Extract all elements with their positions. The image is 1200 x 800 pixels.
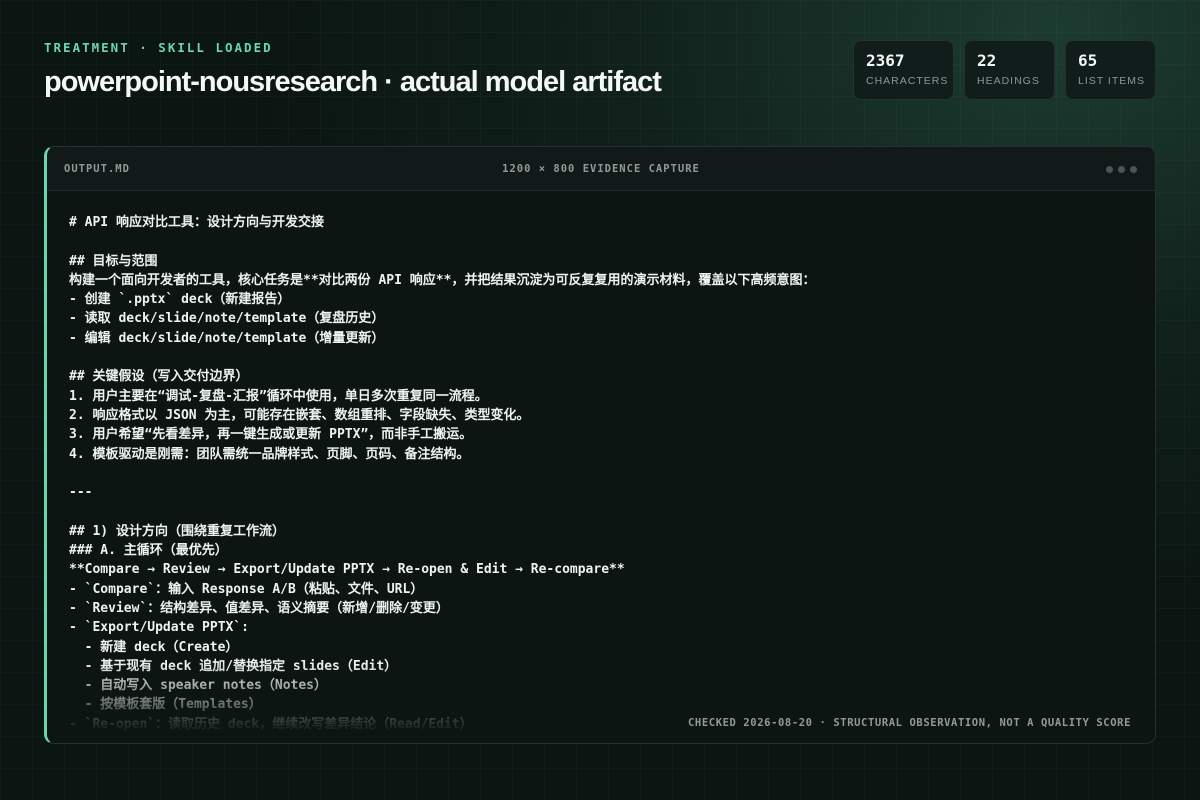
stat-label: LIST ITEMS	[1078, 75, 1145, 87]
stat-card-characters: 2367 CHARACTERS	[853, 40, 954, 100]
stat-label: CHARACTERS	[866, 75, 949, 87]
stat-value: 2367	[866, 51, 905, 70]
panel-footer-note: CHECKED 2026-08-20 · STRUCTURAL OBSERVAT…	[688, 717, 1131, 729]
stats-group: 2367 CHARACTERS 22 HEADINGS 65 LIST ITEM…	[853, 40, 1156, 100]
stat-value: 22	[977, 51, 997, 70]
dot-icon	[1130, 166, 1137, 173]
stat-card-list-items: 65 LIST ITEMS	[1065, 40, 1156, 100]
panel-caption: 1200 × 800 EVIDENCE CAPTURE	[502, 163, 700, 175]
panel-header: OUTPUT.MD 1200 × 800 EVIDENCE CAPTURE	[47, 147, 1155, 191]
dot-icon	[1106, 166, 1113, 173]
eyebrow-label: TREATMENT · SKILL LOADED	[44, 40, 273, 55]
page-title: powerpoint-nousresearch · actual model a…	[44, 66, 662, 98]
output-panel: OUTPUT.MD 1200 × 800 EVIDENCE CAPTURE # …	[44, 146, 1156, 744]
stat-value: 65	[1078, 51, 1098, 70]
window-menu-dots-icon[interactable]	[1106, 166, 1137, 173]
stat-label: HEADINGS	[977, 75, 1040, 87]
stat-card-headings: 22 HEADINGS	[964, 40, 1055, 100]
markdown-content[interactable]: # API 响应对比工具：设计方向与开发交接 ## 目标与范围 构建一个面向开发…	[69, 213, 1135, 743]
dot-icon	[1118, 166, 1125, 173]
